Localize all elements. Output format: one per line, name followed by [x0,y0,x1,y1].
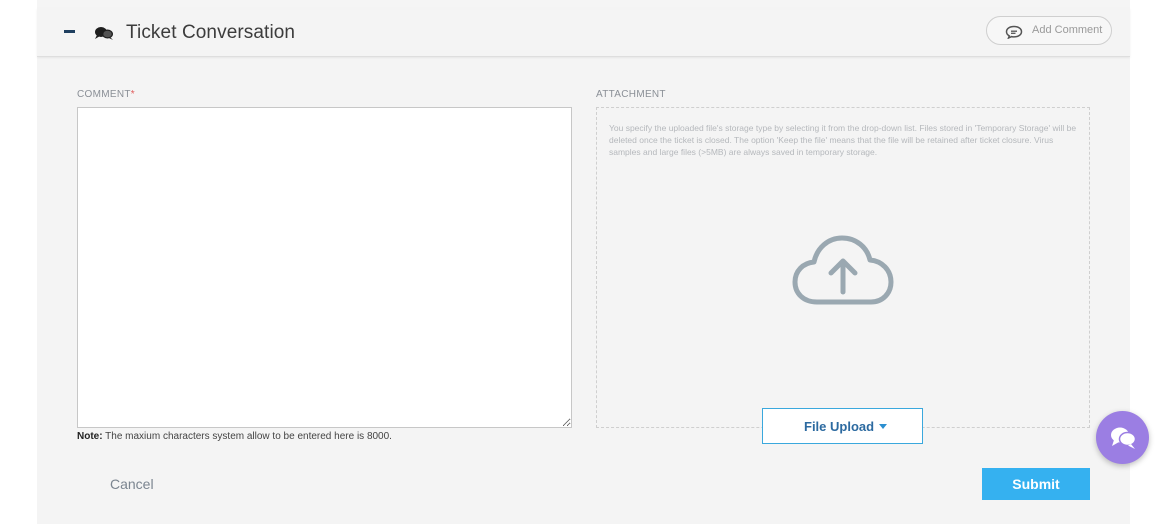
page-left-margin [0,0,17,524]
comment-textarea[interactable] [77,107,572,428]
cancel-button[interactable]: Cancel [110,476,154,492]
attachment-label: ATTACHMENT [596,89,666,100]
page-right-margin [1149,0,1166,524]
chat-support-button[interactable] [1096,411,1149,464]
cloud-upload-icon [792,235,894,305]
chat-bubbles-icon [95,27,113,40]
page-gutter-left [17,0,37,524]
attachment-dropzone[interactable]: You specify the uploaded file's storage … [596,107,1090,428]
panel-title: Ticket Conversation [126,22,296,43]
comment-icon [1005,25,1023,39]
caret-down-icon [879,424,887,429]
comment-label: COMMENT* [77,89,135,100]
file-upload-label: File Upload [804,419,875,434]
file-upload-dropdown-button[interactable]: File Upload [762,408,923,444]
comment-label-text: COMMENT [77,89,131,100]
chat-bubbles-icon [1111,427,1137,449]
note-prefix: Note: [77,431,103,442]
add-comment-label: Add Comment [1032,24,1103,36]
collapse-button[interactable] [61,23,77,39]
panel-header: Ticket Conversation Add Comment [37,8,1130,57]
required-mark: * [130,89,135,100]
attachment-hint: You specify the uploaded file's storage … [609,123,1077,157]
note-text: The maxium characters system allow to be… [102,431,392,442]
character-limit-note: Note: The maxium characters system allow… [77,431,392,442]
add-comment-button[interactable]: Add Comment [986,16,1112,45]
submit-button[interactable]: Submit [982,468,1090,500]
